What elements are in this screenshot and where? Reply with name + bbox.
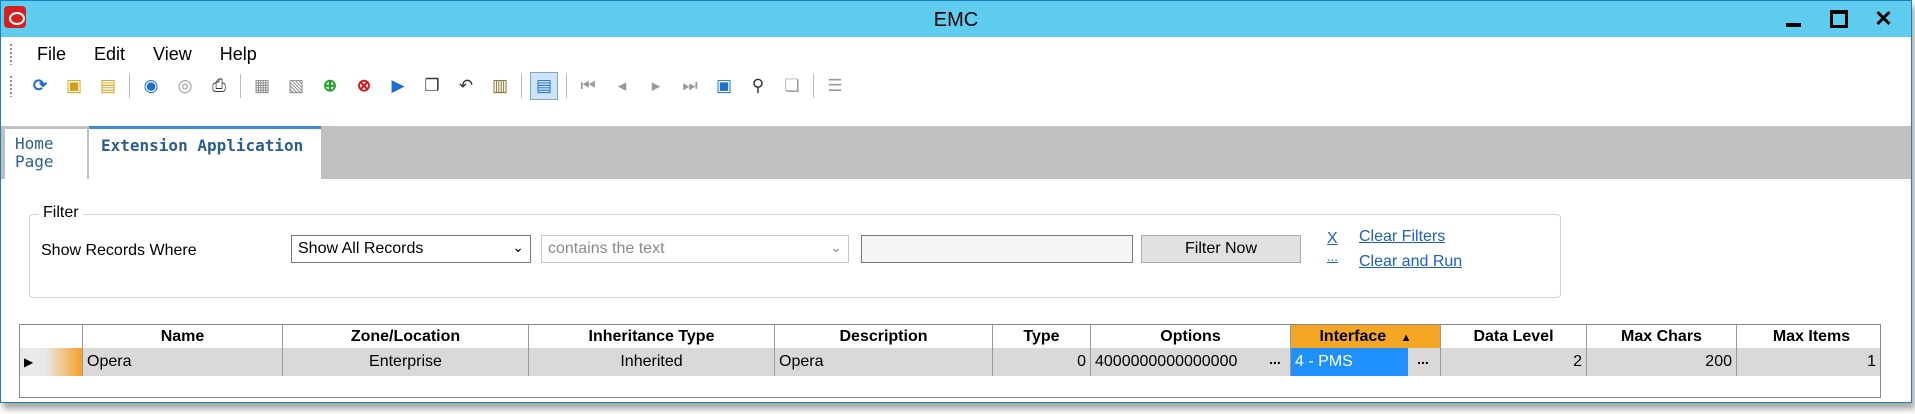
col-max-chars[interactable]: Max Chars <box>1586 325 1736 348</box>
menu-edit[interactable]: Edit <box>80 44 139 65</box>
minimize-button[interactable] <box>1771 1 1816 37</box>
undo-icon[interactable]: ↶ <box>453 73 479 99</box>
menu-view[interactable]: View <box>139 44 206 65</box>
clear-x-link[interactable]: X <box>1327 230 1338 248</box>
col-options[interactable]: Options <box>1090 325 1290 348</box>
save-icon[interactable]: ▦ <box>249 73 275 99</box>
previous-record-icon[interactable]: ◂ <box>609 73 635 99</box>
title-bar: EMC ✕ <box>1 1 1911 37</box>
sort-ascending-icon: ▲ <box>1400 332 1412 344</box>
menu-file[interactable]: File <box>23 44 80 65</box>
goto-icon[interactable]: ▣ <box>711 73 737 99</box>
copy-icon[interactable]: ❐ <box>419 73 445 99</box>
find-icon[interactable]: ⚲ <box>745 73 771 99</box>
tab-strip: Home Page Extension Application <box>1 126 1911 179</box>
tab-home-page[interactable]: Home Page <box>5 126 87 179</box>
window-title: EMC <box>933 9 979 31</box>
restore-button[interactable] <box>1816 1 1861 37</box>
cell-name[interactable]: Opera <box>82 348 282 376</box>
emc-window: EMC ✕ File Edit View Help ⟳ ▣ ▤ ◉ ◎ ⎙ ▦ … <box>0 0 1912 403</box>
cell-zone[interactable]: Enterprise <box>282 348 528 376</box>
clear-filters-link[interactable]: Clear Filters <box>1359 228 1445 246</box>
options-ellipsis-button[interactable]: ... <box>1262 352 1288 372</box>
last-record-icon[interactable]: ⏭ <box>677 73 703 99</box>
cell-max-items[interactable]: 1 <box>1736 348 1880 376</box>
chevron-down-icon: ⌄ <box>512 239 524 255</box>
records-dropdown[interactable]: Show All Records ⌄ <box>291 235 531 263</box>
cell-options[interactable]: 4000000000000000 <box>1090 348 1260 376</box>
toolbar-separator <box>240 74 241 98</box>
filter-text-input[interactable] <box>861 235 1133 263</box>
show-records-label: Show Records Where <box>41 242 197 259</box>
cell-description[interactable]: Opera <box>774 348 992 376</box>
records-dropdown-value: Show All Records <box>298 240 424 257</box>
col-type[interactable]: Type <box>992 325 1090 348</box>
table-row[interactable]: ▶ Opera Enterprise Inherited Opera 0 400… <box>20 348 1880 376</box>
clear-dots-link[interactable]: ... <box>1327 249 1338 264</box>
cell-inheritance[interactable]: Inherited <box>528 348 774 376</box>
condition-dropdown-value: contains the text <box>548 240 665 257</box>
next-record-icon[interactable]: ▸ <box>643 73 669 99</box>
row-selector[interactable]: ▶ <box>20 348 82 376</box>
paste-icon[interactable]: ▥ <box>487 73 513 99</box>
col-name[interactable]: Name <box>82 325 282 348</box>
data-grid: Name Zone/Location Inheritance Type Desc… <box>19 324 1881 398</box>
col-interface[interactable]: Interface ▲ <box>1290 325 1440 348</box>
col-zone-location[interactable]: Zone/Location <box>282 325 528 348</box>
first-record-icon[interactable]: ⏮ <box>575 73 601 99</box>
col-description[interactable]: Description <box>774 325 992 348</box>
list-icon[interactable]: ☰ <box>822 73 848 99</box>
cell-type[interactable]: 0 <box>992 348 1090 376</box>
restore-icon <box>1829 10 1848 28</box>
condition-dropdown: contains the text ⌄ <box>541 235 849 263</box>
tab-extension-application[interactable]: Extension Application <box>89 126 321 179</box>
print-icon[interactable]: ⎙ <box>206 73 232 99</box>
interface-ellipsis-button[interactable]: ... <box>1410 352 1436 372</box>
col-data-level[interactable]: Data Level <box>1440 325 1586 348</box>
row-selector-header <box>20 325 82 348</box>
save-all-icon[interactable]: ▧ <box>283 73 309 99</box>
grid-view-icon[interactable]: ▤ <box>530 72 558 100</box>
add-icon[interactable]: ⊕ <box>317 73 343 99</box>
toolbar-separator <box>129 74 130 98</box>
record-icon[interactable]: ◉ <box>138 73 164 99</box>
close-button[interactable]: ✕ <box>1861 1 1906 37</box>
toolbar: ⟳ ▣ ▤ ◉ ◎ ⎙ ▦ ▧ ⊕ ⊗ ▶ ❐ ↶ ▥ ▤ ⏮ ◂ ▸ ⏭ ▣ … <box>1 71 1911 101</box>
menu-bar: File Edit View Help <box>1 37 1911 71</box>
filter-now-button[interactable]: Filter Now <box>1141 235 1301 263</box>
menu-help[interactable]: Help <box>206 44 271 65</box>
col-interface-label: Interface <box>1319 328 1387 345</box>
cell-max-chars[interactable]: 200 <box>1586 348 1736 376</box>
col-inheritance-type[interactable]: Inheritance Type <box>528 325 774 348</box>
filter-legend: Filter <box>39 204 83 222</box>
toolbar-grip <box>9 75 13 97</box>
menu-grip <box>9 43 13 65</box>
grid-header: Name Zone/Location Inheritance Type Desc… <box>20 325 1880 349</box>
cell-data-level[interactable]: 2 <box>1440 348 1586 376</box>
current-row-arrow-icon: ▶ <box>24 355 34 369</box>
toolbar-separator <box>521 74 522 98</box>
col-max-items[interactable]: Max Items <box>1736 325 1886 348</box>
run-icon[interactable]: ▶ <box>385 73 411 99</box>
toolbar-separator <box>566 74 567 98</box>
refresh-icon[interactable]: ⟳ <box>27 73 53 99</box>
clear-and-run-link[interactable]: Clear and Run <box>1359 253 1462 271</box>
main-content: Filter Show Records Where Show All Recor… <box>1 179 1911 402</box>
new-multi-icon[interactable]: ▤ <box>95 73 121 99</box>
chevron-down-icon: ⌄ <box>830 239 842 255</box>
comment-icon[interactable]: ◎ <box>172 73 198 99</box>
cell-interface[interactable]: 4 - PMS <box>1290 348 1408 376</box>
new-icon[interactable]: ▣ <box>61 73 87 99</box>
preview-icon[interactable]: ❏ <box>779 73 805 99</box>
delete-icon[interactable]: ⊗ <box>351 73 377 99</box>
minimize-icon <box>1786 23 1801 27</box>
toolbar-separator <box>813 74 814 98</box>
